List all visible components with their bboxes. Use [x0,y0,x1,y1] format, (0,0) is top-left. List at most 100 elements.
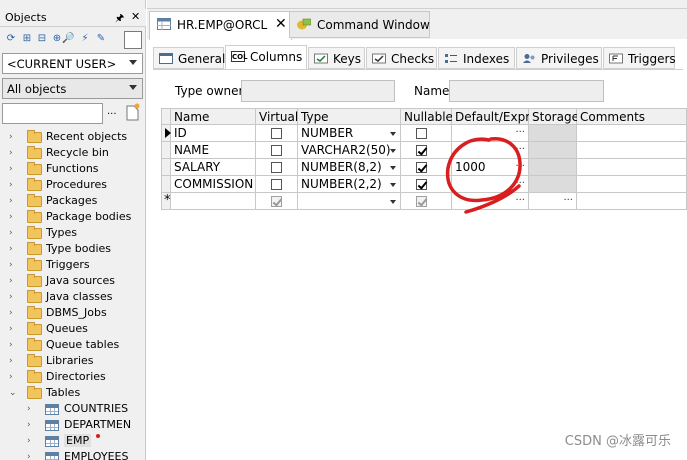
type-cell[interactable]: NUMBER [298,125,401,142]
tab-checks[interactable]: Checks [366,47,437,69]
ellipsis-button[interactable]: ... [515,158,525,169]
default-expr-cell[interactable]: ... [452,141,529,159]
tree-folder-node[interactable]: › Recent objects [0,129,146,145]
tab-keys[interactable]: Keys [308,47,365,69]
checkbox[interactable] [416,179,427,190]
virtual-cell[interactable] [256,159,298,176]
comments-cell[interactable] [577,176,687,193]
row-header[interactable]: * [161,193,171,210]
storage-cell[interactable]: ... [529,192,577,210]
checkbox[interactable] [271,179,282,190]
chevron-down-icon[interactable] [390,149,396,153]
tab-indexes[interactable]: Indexes [438,47,515,69]
chevron-right-icon[interactable]: › [9,148,17,158]
chevron-right-icon[interactable]: › [9,212,17,222]
chevron-right-icon[interactable]: › [9,292,17,302]
tree-folder-node[interactable]: ⌄ Tables [0,385,146,401]
chevron-down-icon[interactable]: ⌄ [9,388,17,398]
chevron-right-icon[interactable]: › [9,340,17,350]
tab-columns[interactable]: COL Columns [225,45,307,69]
close-tab-icon[interactable]: ✕ [275,16,287,32]
search-more-button[interactable]: ... [107,106,117,117]
ellipsis-button[interactable]: ... [563,192,573,203]
tree-folder-node[interactable]: › Java sources [0,273,146,289]
chevron-right-icon[interactable]: › [9,132,17,142]
checkbox[interactable] [416,196,427,207]
column-header[interactable]: Type [298,108,401,125]
expand-icon[interactable]: ⊞ [21,33,33,45]
chevron-right-icon[interactable]: › [27,404,35,414]
chevron-right-icon[interactable]: › [27,436,35,446]
chevron-right-icon[interactable]: › [9,228,17,238]
tree-table-node[interactable]: › DEPARTMEN [0,417,146,433]
row-header[interactable] [161,125,171,142]
chevron-right-icon[interactable]: › [9,372,17,382]
type-cell[interactable] [298,193,401,210]
chevron-right-icon[interactable]: › [9,276,17,286]
tree-folder-node[interactable]: › Directories [0,369,146,385]
comments-cell[interactable] [577,193,687,210]
ellipsis-button[interactable]: ... [515,175,525,186]
object-filter-select[interactable]: All objects [2,78,143,99]
ellipsis-button[interactable]: ... [515,124,525,135]
column-header[interactable]: Nullable [401,108,453,125]
type-cell[interactable]: VARCHAR2(50) [298,142,401,159]
row-header[interactable] [161,176,171,193]
row-header[interactable] [161,142,171,159]
tree-folder-node[interactable]: › Type bodies [0,241,146,257]
checkbox[interactable] [271,145,282,156]
tree-folder-node[interactable]: › Functions [0,161,146,177]
ellipsis-button[interactable]: ... [515,141,525,152]
virtual-cell[interactable] [256,125,298,142]
column-name-cell[interactable] [171,193,256,210]
virtual-cell[interactable] [256,176,298,193]
chevron-right-icon[interactable]: › [27,420,35,430]
column-header[interactable]: Virtual [256,108,298,125]
close-icon[interactable]: ✕ [131,10,140,23]
pin-icon[interactable]: 🖈 [115,11,124,28]
chevron-right-icon[interactable]: › [9,164,17,174]
type-owner-input[interactable] [241,80,395,102]
tree-folder-node[interactable]: › Types [0,225,146,241]
column-header[interactable]: Default/Expr. [452,108,533,125]
tree-table-node[interactable]: › EMPLOYEES [0,449,146,460]
virtual-cell[interactable] [256,193,298,210]
tree-table-node[interactable]: › EMP [0,433,146,449]
virtual-cell[interactable] [256,142,298,159]
comments-cell[interactable] [577,142,687,159]
comments-cell[interactable] [577,125,687,142]
tree-folder-node[interactable]: › Recycle bin [0,145,146,161]
tree-folder-node[interactable]: › Java classes [0,289,146,305]
refresh-icon[interactable]: ⟳ [5,33,17,45]
tab-general[interactable]: General [153,47,225,69]
chevron-right-icon[interactable]: › [27,452,35,460]
chevron-down-icon[interactable] [390,166,396,170]
name-input[interactable] [449,80,604,102]
checkbox[interactable] [271,128,282,139]
default-expr-cell[interactable]: ... [452,175,529,193]
checkbox[interactable] [271,162,282,173]
chevron-down-icon[interactable] [390,183,396,187]
column-header[interactable]: Comments [577,108,687,125]
column-name-cell[interactable]: ID [171,125,256,142]
tab-privileges[interactable]: Privileges [516,47,602,69]
filter-icon[interactable]: ⚡ [79,33,91,45]
default-expr-cell[interactable]: ... [452,192,529,210]
storage-cell[interactable] [529,142,577,159]
chevron-right-icon[interactable]: › [9,260,17,270]
tree-folder-node[interactable]: › Libraries [0,353,146,369]
tab-command-window[interactable]: Command Window [289,11,430,38]
default-expr-cell[interactable]: ... [452,124,529,142]
default-expr-cell[interactable]: 1000... [452,158,529,176]
chevron-right-icon[interactable]: › [9,180,17,190]
user-filter-select[interactable]: <CURRENT USER> [2,53,143,74]
tab-triggers[interactable]: Triggers [603,47,676,69]
tree-folder-node[interactable]: › Queues [0,321,146,337]
tree-folder-node[interactable]: › Packages [0,193,146,209]
column-name-cell[interactable]: SALARY [171,159,256,176]
edit-filter-icon[interactable]: ✎ [95,33,107,45]
tree-table-node[interactable]: › COUNTRIES [0,401,146,417]
ellipsis-button[interactable]: ... [515,192,525,203]
storage-cell[interactable] [529,159,577,176]
checkbox[interactable] [271,196,282,207]
